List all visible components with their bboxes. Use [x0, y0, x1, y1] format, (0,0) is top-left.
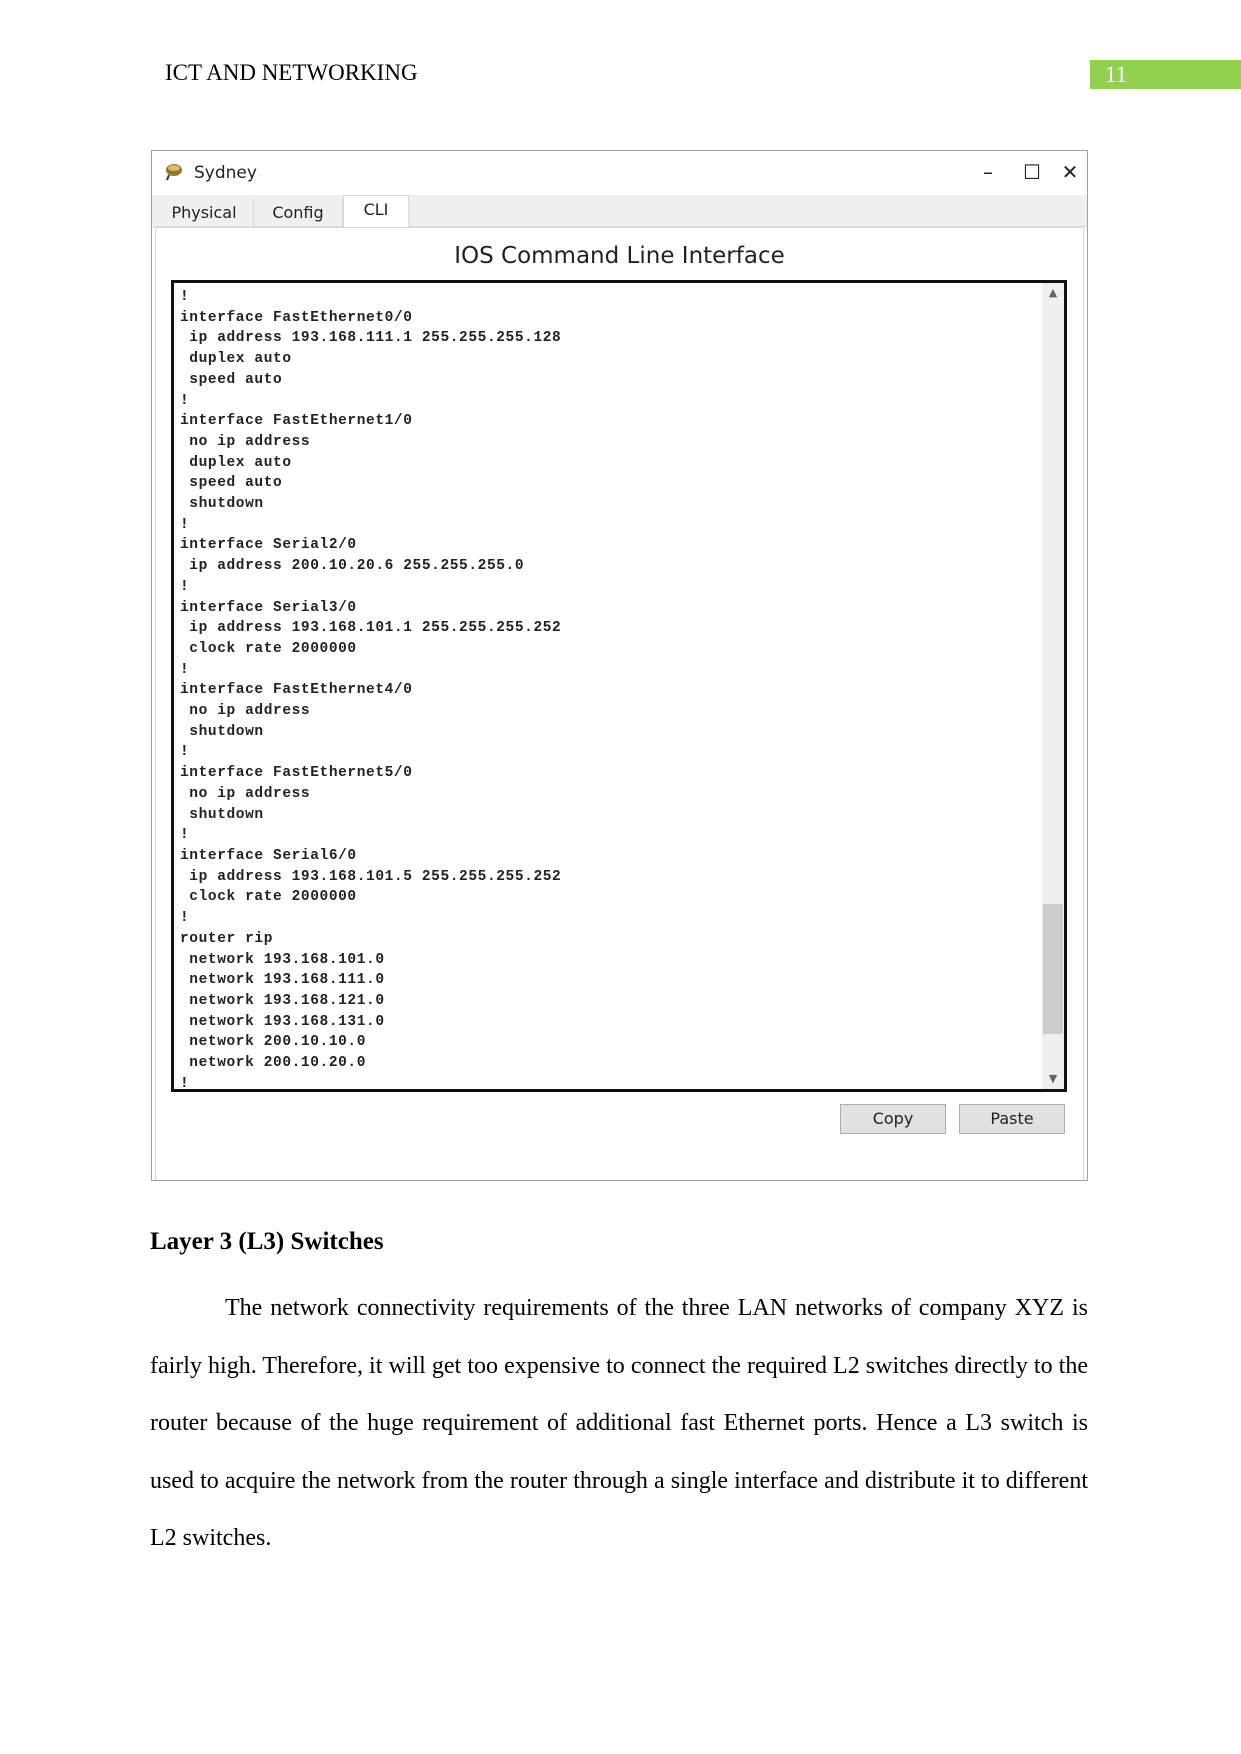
window-title: Sydney	[194, 163, 257, 183]
device-window: Sydney – ☐ ✕ Physical Config CLI IOS Com…	[151, 150, 1088, 1181]
tab-bar: Physical Config CLI	[152, 195, 1087, 228]
scrollbar[interactable]: ▲ ▼	[1042, 283, 1064, 1089]
section-heading: Layer 3 (L3) Switches	[150, 1228, 384, 1255]
cli-heading: IOS Command Line Interface	[454, 243, 785, 269]
router-icon	[166, 164, 182, 181]
cli-output: ! interface FastEthernet0/0 ip address 1…	[180, 289, 562, 1092]
scrollbar-thumb[interactable]	[1043, 904, 1063, 1034]
copy-button[interactable]: Copy	[840, 1104, 946, 1134]
scroll-up-icon[interactable]: ▲	[1042, 283, 1064, 303]
tab-config[interactable]: Config	[254, 199, 343, 226]
close-button[interactable]: ✕	[1040, 157, 1100, 187]
cli-console[interactable]: ! interface FastEthernet0/0 ip address 1…	[171, 280, 1067, 1092]
page-number: 11	[1090, 60, 1241, 89]
paste-button[interactable]: Paste	[959, 1104, 1065, 1134]
scroll-down-icon[interactable]: ▼	[1042, 1069, 1064, 1089]
title-bar: Sydney – ☐ ✕	[152, 151, 1087, 195]
running-header: ICT AND NETWORKING	[165, 60, 418, 85]
tab-cli[interactable]: CLI	[343, 195, 409, 228]
tab-physical[interactable]: Physical	[155, 199, 254, 226]
body-paragraph: The network connectivity requirements of…	[150, 1295, 1088, 1551]
